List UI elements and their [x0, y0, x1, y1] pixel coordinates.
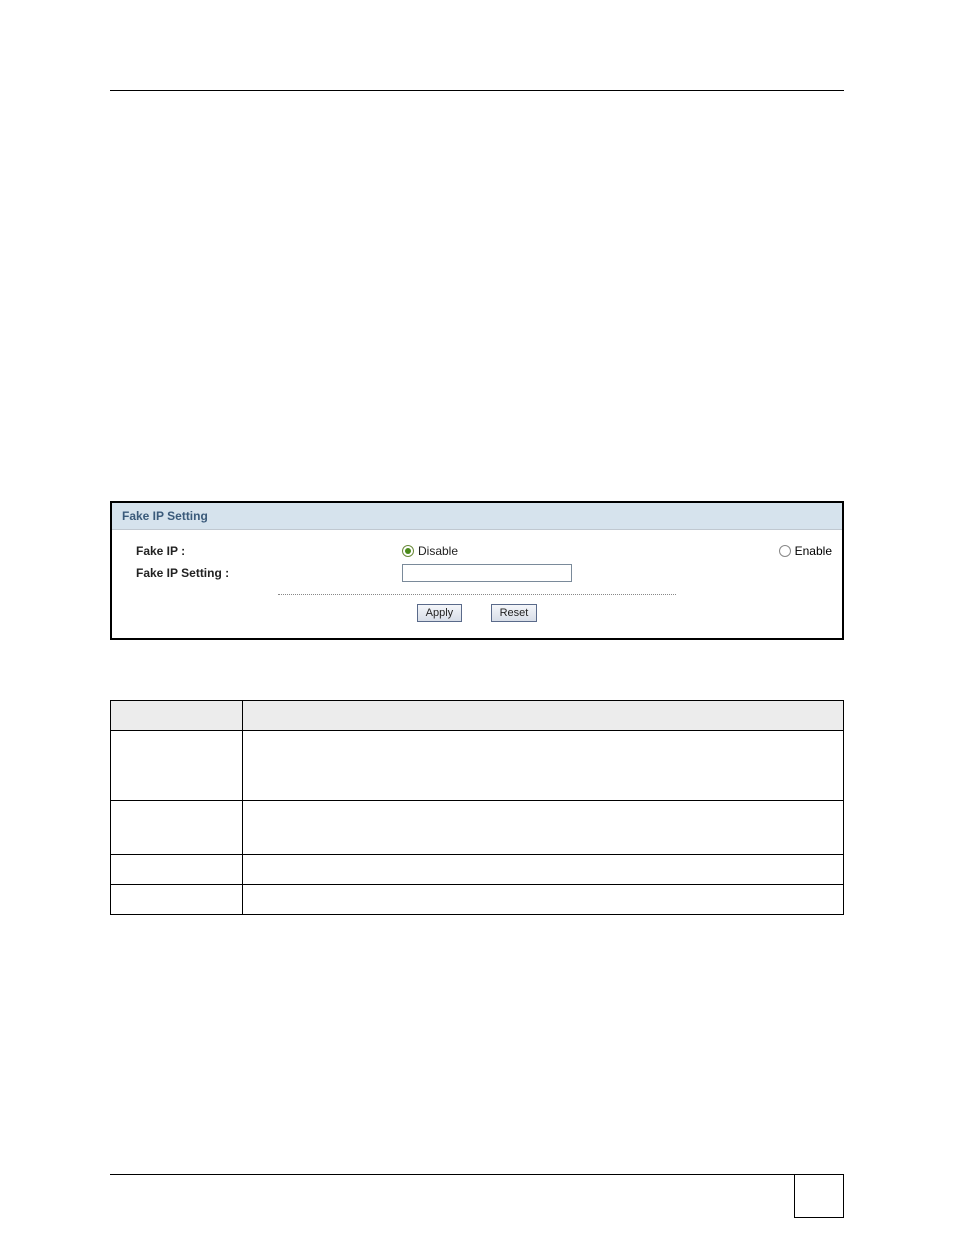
fake-ip-input[interactable]: [402, 564, 572, 582]
enable-label: Enable: [795, 544, 832, 558]
table-row: [111, 731, 844, 801]
cell-desc: [242, 801, 843, 855]
table-row: [111, 855, 844, 885]
cell-desc: [242, 731, 843, 801]
fake-ip-setting-label: Fake IP Setting :: [122, 566, 402, 580]
disable-radio-wrap[interactable]: Disable: [402, 544, 458, 558]
table-row: [111, 801, 844, 855]
row-fake-ip-setting: Fake IP Setting :: [122, 564, 832, 582]
cell-desc: [242, 855, 843, 885]
cell-item: [111, 885, 243, 915]
cell-desc: [242, 885, 843, 915]
cell-item: [111, 731, 243, 801]
reset-button[interactable]: Reset: [491, 604, 538, 622]
fake-ip-label: Fake IP :: [122, 544, 402, 558]
radio-enable-icon[interactable]: [779, 545, 791, 557]
panel-title: Fake IP Setting: [112, 503, 842, 530]
footer-rule: [110, 1174, 844, 1175]
table-header-row: [111, 701, 844, 731]
fake-ip-setting-panel: Fake IP Setting Fake IP : Disable Enable…: [110, 501, 844, 640]
top-divider: [110, 90, 844, 91]
header-item: [111, 701, 243, 731]
description-table: [110, 700, 844, 915]
enable-radio-wrap[interactable]: Enable: [779, 544, 832, 558]
disable-label: Disable: [418, 544, 458, 558]
radio-disable-icon[interactable]: [402, 545, 414, 557]
page-number-box: [794, 1174, 844, 1218]
cell-item: [111, 855, 243, 885]
apply-button[interactable]: Apply: [417, 604, 463, 622]
dotted-separator: [278, 594, 676, 595]
header-desc: [242, 701, 843, 731]
table-row: [111, 885, 844, 915]
cell-item: [111, 801, 243, 855]
row-fake-ip: Fake IP : Disable: [122, 544, 832, 558]
